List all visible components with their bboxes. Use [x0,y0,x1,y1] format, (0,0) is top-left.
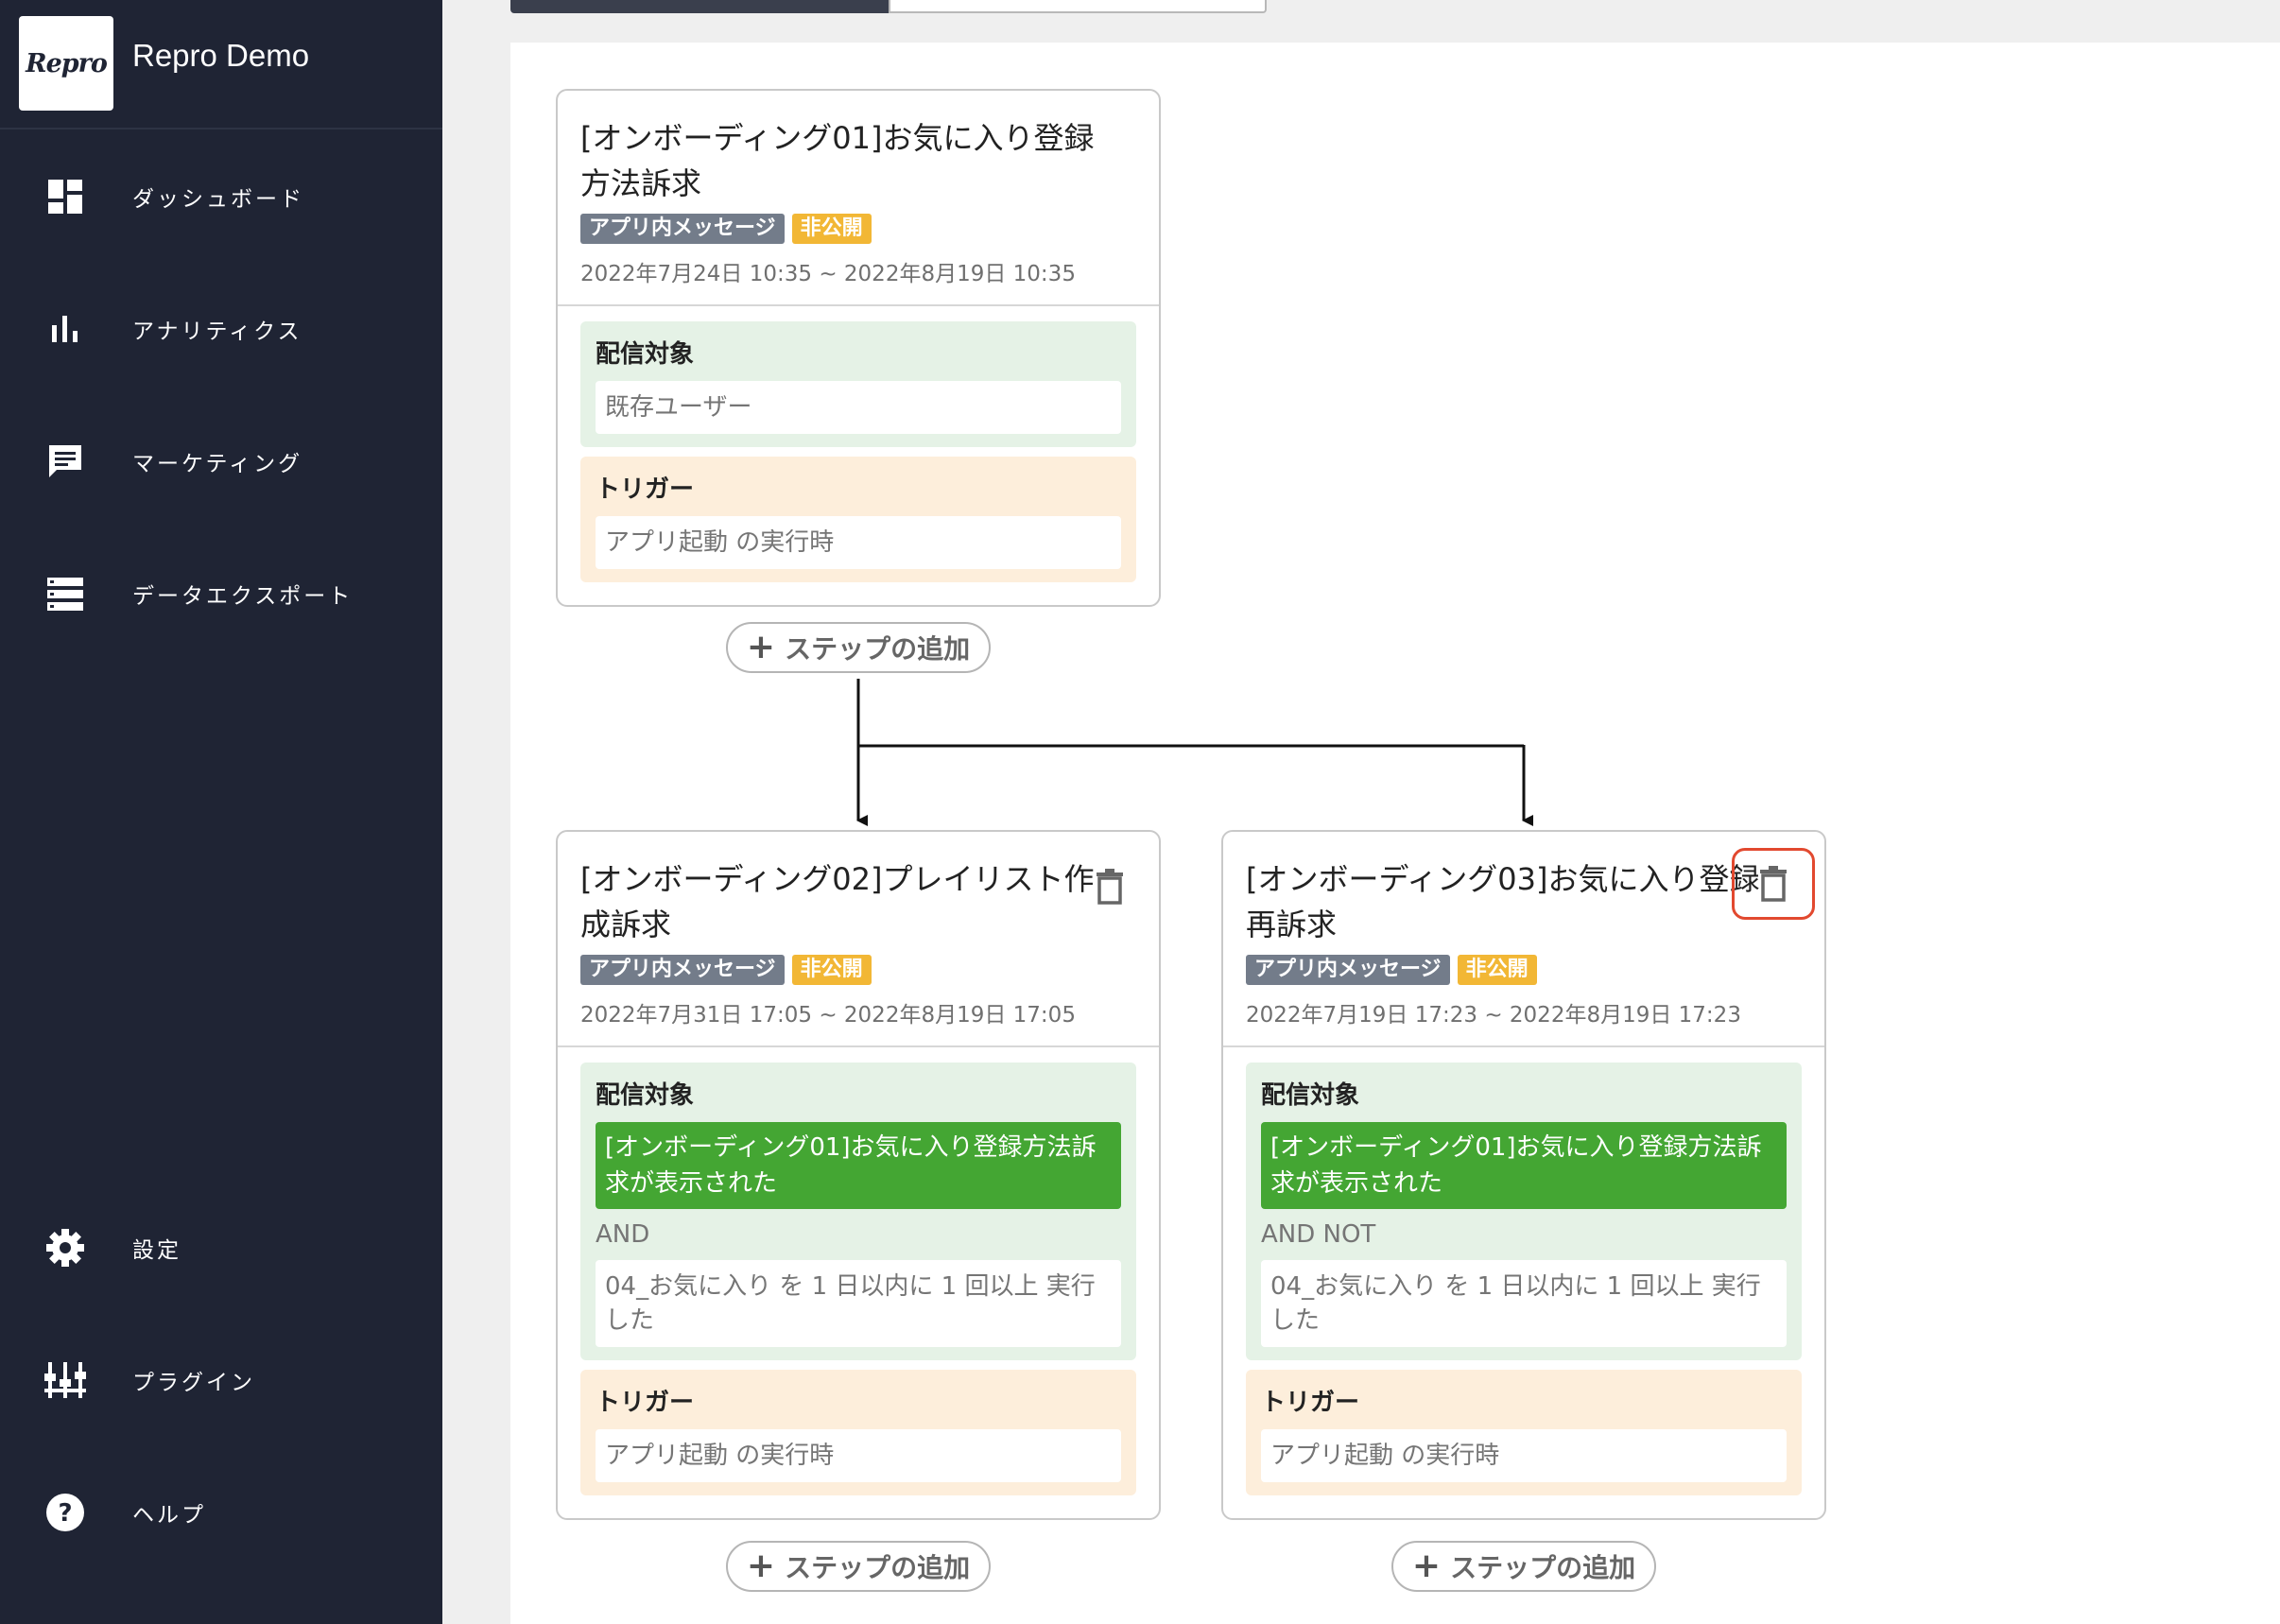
message-icon [43,439,88,484]
trigger-heading: トリガー [596,1389,695,1417]
add-step-button[interactable]: + ステップの追加 [1391,1541,1656,1592]
add-step-button[interactable]: + ステップの追加 [726,622,991,673]
date-range: 2022年7月19日 17:23 ~ 2022年8月19日 17:23 [1246,1003,1741,1028]
plus-icon: + [746,1546,776,1585]
sidebar: Repro Repro Demo ダッシュボード アナリティクス マーケティング… [0,0,442,1624]
sidebar-item-label: データエクスポート [132,584,354,609]
plugin-icon [43,1357,88,1403]
card-header: [オンボーディング01]お気に入り登録方法訴求 アプリ内メッセージ 非公開 20… [558,91,1159,306]
trash-icon [1097,869,1123,905]
logic-operator: AND NOT [1261,1220,1376,1249]
card-body: 配信対象 既存ユーザー トリガー アプリ起動 の実行時 [558,306,1159,605]
target-condition: [オンボーディング01]お気に入り登録方法訴求が表示された [596,1122,1121,1209]
trigger-value: アプリ起動 の実行時 [596,516,1121,569]
target-condition: [オンボーディング01]お気に入り登録方法訴求が表示された [1261,1122,1787,1209]
logic-operator: AND [596,1220,650,1249]
sidebar-item-marketing[interactable]: マーケティング [0,419,442,504]
delete-button[interactable] [1732,848,1815,920]
dashboard-icon [43,174,88,219]
gear-icon [43,1225,88,1270]
tab-bar [510,0,1267,13]
target-heading: 配信対象 [1261,1081,1360,1110]
sidebar-item-label: プラグイン [132,1371,255,1395]
date-range: 2022年7月31日 17:05 ~ 2022年8月19日 17:05 [580,1003,1076,1028]
sidebar-item-label: アナリティクス [132,320,302,344]
app-name[interactable]: Repro Demo [132,38,309,74]
sidebar-item-plugins[interactable]: プラグイン [0,1338,442,1423]
sidebar-item-label: 設定 [132,1238,181,1263]
add-step-label: ステップの追加 [785,633,971,665]
tab-active[interactable] [510,0,889,13]
target-heading: 配信対象 [596,340,695,369]
help-icon: ? [43,1490,88,1535]
campaign-card[interactable]: [オンボーディング02]プレイリスト作成訴求 アプリ内メッセージ 非公開 202… [556,830,1161,1520]
target-section: 配信対象 [オンボーディング01]お気に入り登録方法訴求が表示された AND 0… [580,1063,1136,1360]
trigger-section: トリガー アプリ起動 の実行時 [1246,1370,1802,1495]
campaign-card[interactable]: [オンボーディング03]お気に入り登録再訴求 アプリ内メッセージ 非公開 202… [1221,830,1826,1520]
app-logo[interactable]: Repro [19,16,113,111]
sidebar-item-help[interactable]: ? ヘルプ [0,1470,442,1555]
badge-group: アプリ内メッセージ 非公開 [580,214,1136,244]
storage-icon [43,571,88,616]
card-body: 配信対象 [オンボーディング01]お気に入り登録方法訴求が表示された AND N… [1223,1047,1824,1518]
card-title[interactable]: [オンボーディング01]お気に入り登録方法訴求 [580,115,1136,206]
trigger-heading: トリガー [1261,1389,1360,1417]
target-section: 配信対象 既存ユーザー [580,321,1136,447]
trash-icon [1760,866,1787,902]
target-value: 04_お気に入り を 1 日以内に 1 回以上 実行した [596,1260,1121,1347]
trigger-value: アプリ起動 の実行時 [596,1429,1121,1482]
card-title[interactable]: [オンボーディング02]プレイリスト作成訴求 [580,856,1136,947]
campaign-card[interactable]: [オンボーディング01]お気に入り登録方法訴求 アプリ内メッセージ 非公開 20… [556,89,1161,607]
badge-group: アプリ内メッセージ 非公開 [580,955,1136,985]
card-header: [オンボーディング02]プレイリスト作成訴求 アプリ内メッセージ 非公開 202… [558,832,1159,1047]
bar-chart-icon [43,306,88,352]
svg-text:?: ? [58,1499,72,1528]
date-range: 2022年7月24日 10:35 ~ 2022年8月19日 10:35 [580,262,1076,286]
trigger-section: トリガー アプリ起動 の実行時 [580,457,1136,582]
type-badge: アプリ内メッセージ [580,214,785,244]
delete-button[interactable] [1089,866,1131,907]
add-step-button[interactable]: + ステップの追加 [726,1541,991,1592]
status-badge: 非公開 [791,955,872,985]
sidebar-item-analytics[interactable]: アナリティクス [0,286,442,371]
add-step-label: ステップの追加 [1450,1552,1636,1583]
badge-group: アプリ内メッセージ 非公開 [1246,955,1802,985]
card-header: [オンボーディング03]お気に入り登録再訴求 アプリ内メッセージ 非公開 202… [1223,832,1824,1047]
type-badge: アプリ内メッセージ [580,955,785,985]
target-value: 04_お気に入り を 1 日以内に 1 回以上 実行した [1261,1260,1787,1347]
sidebar-item-label: マーケティング [132,452,303,476]
target-heading: 配信対象 [596,1081,695,1110]
plus-icon: + [746,628,776,666]
status-badge: 非公開 [1457,955,1537,985]
card-title[interactable]: [オンボーディング03]お気に入り登録再訴求 [1246,856,1802,947]
add-step-label: ステップの追加 [785,1552,971,1583]
card-body: 配信対象 [オンボーディング01]お気に入り登録方法訴求が表示された AND 0… [558,1047,1159,1518]
trigger-heading: トリガー [596,475,695,504]
brand: Repro Repro Demo [0,0,442,130]
plus-icon: + [1411,1546,1442,1585]
sidebar-item-settings[interactable]: 設定 [0,1205,442,1290]
sidebar-item-data-export[interactable]: データエクスポート [0,551,442,636]
status-badge: 非公開 [791,214,872,244]
target-value: 既存ユーザー [596,381,1121,434]
type-badge: アプリ内メッセージ [1246,955,1450,985]
sidebar-item-label: ヘルプ [132,1503,206,1528]
trigger-section: トリガー アプリ起動 の実行時 [580,1370,1136,1495]
trigger-value: アプリ起動 の実行時 [1261,1429,1787,1482]
tab-inactive[interactable] [889,0,1267,13]
sidebar-item-label: ダッシュボード [132,187,304,212]
sidebar-item-dashboard[interactable]: ダッシュボード [0,154,442,239]
target-section: 配信対象 [オンボーディング01]お気に入り登録方法訴求が表示された AND N… [1246,1063,1802,1360]
